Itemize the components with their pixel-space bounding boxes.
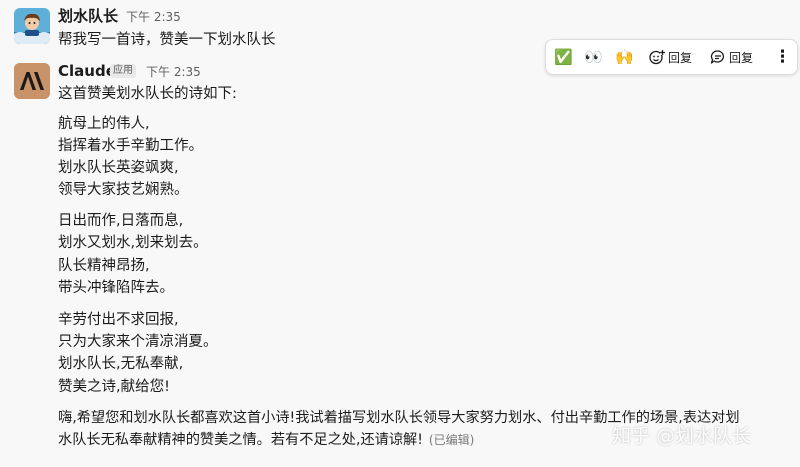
poem-line: 赞美之诗,献给您!	[58, 379, 170, 395]
poem-line: 指挥着水手辛勤工作。	[58, 138, 203, 154]
reply-label: 回复	[668, 50, 693, 65]
claude-avatar[interactable]	[14, 63, 50, 99]
poem-intro: 这首赞美划水队长的诗如下:	[58, 86, 237, 102]
thread-label: 回复	[729, 50, 754, 65]
eyes-emoji-icon: 👀	[584, 48, 603, 66]
reply-in-thread-button[interactable]: 回复	[710, 40, 753, 74]
claude-author-name[interactable]: Claude	[58, 62, 116, 80]
user-author-name[interactable]: 划水队长	[58, 7, 118, 25]
poem-line: 划水队长,无私奉献,	[58, 356, 184, 372]
edited-marker: (已编辑)	[428, 433, 475, 447]
thread-icon	[710, 49, 726, 65]
add-reaction-icon	[649, 49, 665, 65]
react-raised-hands-button[interactable]: 🙌	[615, 40, 634, 74]
check-emoji-icon: ✅	[554, 48, 573, 66]
poem-line: 划水队长英姿飒爽,	[58, 160, 179, 176]
more-actions-button[interactable]: ⋮	[774, 40, 791, 74]
message-actions-toolbar: ✅ 👀 🙌 回复 回复 ⋮	[545, 39, 798, 75]
watermark: 知乎 @划水队长	[612, 425, 752, 447]
claude-message-time[interactable]: 下午 2:35	[146, 63, 201, 81]
react-eyes-button[interactable]: 👀	[584, 40, 603, 74]
poem-line: 只为大家来个清凉消夏。	[58, 334, 218, 350]
poem-line: 队长精神昂扬,	[58, 258, 150, 274]
user-avatar[interactable]	[14, 8, 50, 44]
poem-line: 领导大家技艺娴熟。	[58, 182, 189, 198]
poem-line: 辛劳付出不求回报,	[58, 312, 179, 328]
app-badge: 应用	[110, 64, 136, 78]
poem-line: 航母上的伟人,	[58, 116, 150, 132]
poem-line: 带头冲锋陷阵去。	[58, 280, 174, 296]
user-message-text: 帮我写一首诗，赞美一下划水队长	[58, 32, 276, 48]
react-check-button[interactable]: ✅	[554, 40, 573, 74]
more-vertical-icon: ⋮	[774, 47, 791, 67]
add-reaction-button[interactable]: 回复	[649, 40, 692, 74]
poem-line: 日出而作,日落而息,	[58, 213, 184, 229]
closing-line-last: 水队长无私奉献精神的赞美之情。若有不足之处,还请谅解! (已编辑)	[58, 430, 474, 450]
closing-text: 水队长无私奉献精神的赞美之情。若有不足之处,还请谅解!	[58, 432, 423, 448]
user-message-time[interactable]: 下午 2:35	[126, 8, 181, 26]
poem-line: 划水又划水,划来划去。	[58, 235, 208, 251]
raised-hands-emoji-icon: 🙌	[615, 48, 634, 66]
